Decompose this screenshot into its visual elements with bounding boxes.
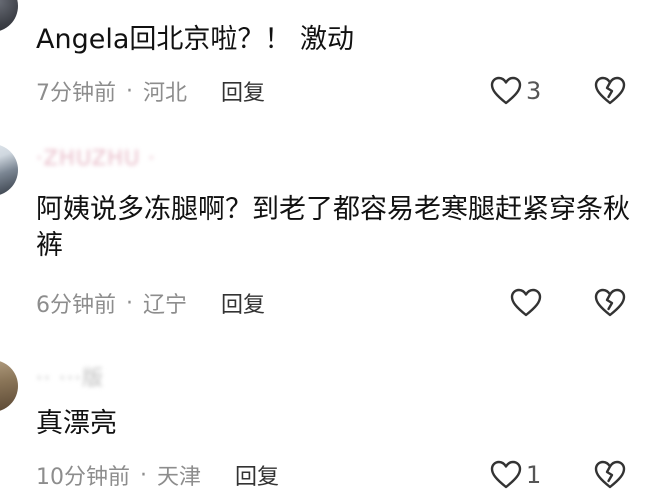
dislike-button[interactable] xyxy=(594,74,626,108)
comment-username[interactable]: ·ZHUZHU · xyxy=(36,146,156,170)
comment-time: 10分钟前 xyxy=(36,465,130,490)
heart-outline-icon xyxy=(490,76,522,106)
reply-button[interactable]: 回复 xyxy=(221,287,265,319)
meta-separator: · xyxy=(126,290,133,316)
meta-separator: · xyxy=(140,462,147,488)
comment-location: 天津 xyxy=(157,465,202,490)
broken-heart-icon xyxy=(594,76,626,106)
avatar[interactable] xyxy=(0,144,18,196)
reply-button[interactable]: 回复 xyxy=(235,459,279,491)
heart-outline-icon xyxy=(490,460,522,490)
like-button[interactable]: 1 xyxy=(490,458,541,492)
comment-location: 辽宁 xyxy=(143,293,188,318)
dislike-button[interactable] xyxy=(594,286,626,320)
comment-meta: 7分钟前 · 河北 回复 xyxy=(36,75,265,107)
comment-item: ·ZHUZHU · 阿姨说多冻腿啊？到老了都容易老寒腿赶紧穿条秋裤 6分钟前 ·… xyxy=(0,142,660,332)
comment-text: 真漂亮 xyxy=(36,408,117,439)
comment-username[interactable]: ·· ···版 xyxy=(36,362,104,392)
comment-time: 6分钟前 xyxy=(36,293,116,318)
comment-item: ··· ·· Angela回北京啦？！ 激动 7分钟前 · 河北 回复 3 xyxy=(0,0,660,130)
comment-username[interactable]: ··· ·· xyxy=(36,0,82,2)
comment-text: 阿姨说多冻腿啊？到老了都容易老寒腿赶紧穿条秋裤 xyxy=(36,194,630,261)
like-button[interactable] xyxy=(510,286,546,320)
comment-item: ·· ···版 真漂亮 10分钟前 · 天津 回复 1 xyxy=(0,358,660,502)
comment-text: Angela回北京啦？！ 激动 xyxy=(36,24,354,55)
comment-time: 7分钟前 xyxy=(36,81,116,106)
broken-heart-icon xyxy=(594,460,626,490)
reply-button[interactable]: 回复 xyxy=(221,75,265,107)
comment-list: ··· ·· Angela回北京啦？！ 激动 7分钟前 · 河北 回复 3 ·Z… xyxy=(0,0,660,502)
avatar[interactable] xyxy=(0,360,18,412)
like-count: 1 xyxy=(526,461,542,489)
like-button[interactable]: 3 xyxy=(490,74,541,108)
dislike-button[interactable] xyxy=(594,458,626,492)
broken-heart-icon xyxy=(594,288,626,318)
comment-meta: 10分钟前 · 天津 回复 xyxy=(36,459,279,491)
meta-separator: · xyxy=(126,78,133,104)
like-count: 3 xyxy=(526,77,542,105)
heart-outline-icon xyxy=(510,288,542,318)
comment-location: 河北 xyxy=(143,81,188,106)
comment-meta: 6分钟前 · 辽宁 回复 xyxy=(36,287,265,319)
avatar[interactable] xyxy=(0,0,18,32)
